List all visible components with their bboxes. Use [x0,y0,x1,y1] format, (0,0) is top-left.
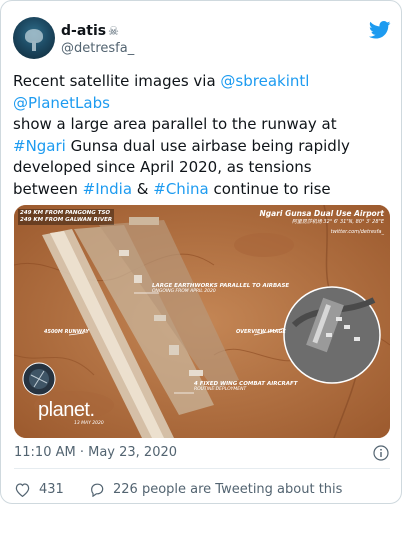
image-distance-2: 249 KM FROM GALWAN RIVER [20,217,113,223]
tweet-timestamp[interactable]: 11:10 AM · May 23, 2020 [14,445,177,460]
image-title: Ngari Gunsa Dual Use Airport [259,209,385,218]
planet-logo: planet. 13 MAY 2020 [38,399,104,426]
planet-date: 13 MAY 2020 [74,421,104,426]
hashtag-link[interactable]: #Ngari [13,137,66,155]
image-distance-1: 249 KM FROM PANGONG TSO [20,210,111,216]
hashtag-link[interactable]: #China [153,180,208,198]
planet-logo-text: planet. [38,399,95,421]
tweet-text: Recent satellite images via @sbreakintl @… [13,71,393,200]
tweet-text-line: #Ngari Gunsa dual use airbase being rapi… [13,136,393,158]
hashtag-link[interactable]: #India [83,180,132,198]
tweet-text-line: between #India & #China continue to rise [13,179,393,201]
image-coordinates: 阿里昆莎机场 32° 6' 31"N, 80° 3' 28"E [291,219,384,225]
image-distance-labels: 249 KM FROM PANGONG TSO 249 KM FROM GALW… [18,209,115,225]
reply-button[interactable]: 226 people are Tweeting about this [89,479,342,499]
author-display-name[interactable]: d-atis ☠ [61,23,119,39]
image-title-block: Ngari Gunsa Dual Use Airport 阿里昆莎机场 32° … [260,209,385,235]
mention-link[interactable]: @PlanetLabs [13,94,110,112]
author-handle[interactable]: @detresfa_ [61,41,134,56]
earthworks-label: LARGE EARTHWORKS PARALLEL TO AIRBASE ONG… [152,283,289,294]
runway-label: 4500M RUNWAY [44,329,89,335]
heart-icon [15,482,30,497]
divider [14,468,390,469]
tweet-text-segment: Gunsa dual use airbase being rapidly [65,136,350,155]
aircraft-sub: ROUTINE DEPLOYMENT [194,387,247,392]
image-credit: twitter.com/detresfa_ [330,229,384,235]
tweet-text-line: @PlanetLabs [13,93,393,115]
tweet-media-image[interactable]: 249 KM FROM PANGONG TSO 249 KM FROM GALW… [14,205,390,438]
tweet-text-line: show a large area parallel to the runway… [13,114,393,136]
tweet-card: d-atis ☠ @detresfa_ Recent satellite imag… [0,0,402,504]
twitter-bird-icon[interactable] [369,21,391,39]
author-avatar[interactable] [13,17,55,59]
author-name-text: d-atis [61,23,107,39]
mention-link[interactable]: @sbreakintl [220,72,309,90]
like-button[interactable]: 431 [14,479,64,499]
skull-icon: ☠ [108,24,119,38]
tweet-text-segment: continue to rise [208,179,331,198]
reply-text: 226 people are Tweeting about this [113,481,343,497]
info-icon[interactable] [373,445,389,461]
tweet-text-segment: show a large area parallel to the runway… [13,115,337,133]
chat-bubble-icon [91,483,104,497]
tweet-text-segment: between [13,179,83,198]
overview-label: OVERVIEW IMAGE [236,329,286,335]
tweet-text-segment: Recent satellite images via [13,72,221,90]
earthworks-sub: ONGOING FROM APRIL 2020 [152,289,216,294]
tweet-text-line: Recent satellite images via @sbreakintl [13,71,393,93]
aircraft-label: 4 FIXED WING COMBAT AIRCRAFT ROUTINE DEP… [194,381,298,392]
avatar-stand-shape [32,41,36,51]
like-count: 431 [39,481,64,497]
tweet-text-segment: developed since April 2020, as tensions [13,158,312,176]
tweet-text-segment: & [132,179,154,198]
tweet-text-line: developed since April 2020, as tensions [13,157,393,179]
